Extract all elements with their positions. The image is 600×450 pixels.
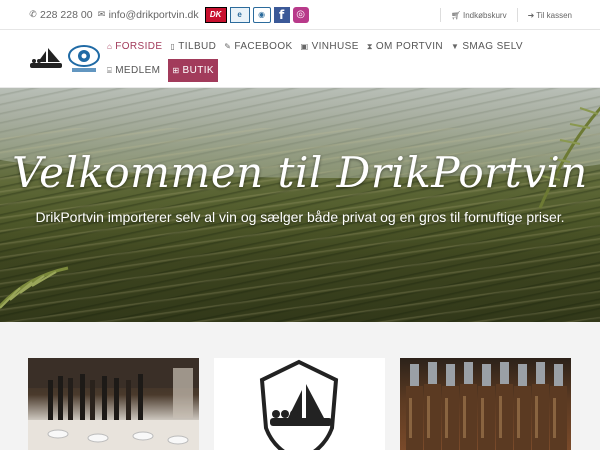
drikportvin-logo[interactable]	[28, 46, 64, 72]
dk-badge[interactable]: DK	[204, 6, 227, 23]
nav-item-tilbud[interactable]: ▯ TILBUD	[166, 35, 220, 58]
checkout-link[interactable]: Til kassen	[536, 11, 572, 20]
nav-item-om-portvin[interactable]: ⧗ OM PORTVIN	[363, 35, 447, 58]
nav-label: OM PORTVIN	[375, 41, 444, 52]
instagram-icon[interactable]: ◎	[292, 6, 309, 23]
feature-cards	[0, 322, 600, 450]
bookmark-icon: ▯	[170, 42, 176, 51]
hero-banner: Velkommen til DrikPortvin DrikPortvin im…	[0, 88, 600, 322]
nav-item-facebook[interactable]: ✎ FACEBOOK	[220, 35, 296, 58]
divider	[516, 8, 518, 22]
cart-link[interactable]: Indkøbskurv	[463, 11, 507, 20]
nav-item-smag-selv[interactable]: ▼ SMAG SELV	[447, 35, 527, 58]
nav-label: FACEBOOK	[234, 41, 293, 52]
hero-subtitle: DrikPortvin importerer selv al vin og sæ…	[35, 209, 565, 225]
nav-label: BUTIK	[182, 65, 214, 76]
facebook-icon[interactable]: f	[273, 6, 290, 23]
image-icon: ▣	[300, 42, 309, 51]
bank-icon: ⌸	[107, 65, 113, 75]
top-bar: ✆ 228 228 00 ✉ info@drikportvin.dk DK e …	[0, 0, 600, 30]
hourglass-icon: ⧗	[366, 41, 373, 51]
phone-number[interactable]: 228 228 00	[40, 9, 93, 21]
hero-title: Velkommen til DrikPortvin	[12, 148, 588, 197]
card-shield-logo[interactable]	[214, 358, 385, 450]
nav-label: VINHUSE	[311, 41, 359, 52]
trust-badges: DK e ◉ f ◎	[204, 6, 309, 23]
envelope-icon: ✉	[97, 9, 106, 19]
contact-info: ✆ 228 228 00 ✉ info@drikportvin.dk DK e …	[0, 6, 309, 23]
port-bottles-photo	[406, 362, 567, 450]
nav-label: TILBUD	[178, 41, 217, 52]
divider	[439, 8, 441, 22]
site-header: ⌂ FORSIDE ▯ TILBUD ✎ FACEBOOK ▣ VINHUSE …	[0, 30, 600, 88]
nav-label: SMAG SELV	[462, 41, 523, 52]
palm-leaf-image	[0, 266, 69, 309]
pencil-icon: ✎	[224, 42, 232, 51]
email-link[interactable]: info@drikportvin.dk	[109, 9, 199, 21]
arrow-right-icon: ➜	[527, 10, 535, 20]
card-wine-bar-image[interactable]	[28, 358, 199, 450]
nav-label: MEDLEM	[115, 65, 161, 76]
cart-icon: 🛒︎	[450, 10, 461, 20]
glass-icon: ▼	[451, 42, 460, 51]
nav-item-butik[interactable]: ⊞ BUTIK	[168, 59, 218, 82]
phone-icon: ✆	[29, 9, 37, 19]
nav-label: FORSIDE	[115, 41, 163, 52]
wine-bar-photo	[28, 358, 199, 450]
shield-logo-icon	[259, 359, 339, 450]
shop-links: 🛒︎ Indkøbskurv ➜ Til kassen	[430, 0, 572, 30]
nav-item-medlem[interactable]: ⌸ MEDLEM	[103, 59, 164, 82]
card-bottles-image[interactable]	[400, 358, 571, 450]
home-icon: ⌂	[107, 42, 113, 51]
e-maerket-badge[interactable]: e	[229, 6, 250, 23]
basket-icon: ⊞	[172, 66, 180, 75]
e-maerket-logo[interactable]	[66, 44, 102, 74]
main-nav: ⌂ FORSIDE ▯ TILBUD ✎ FACEBOOK ▣ VINHUSE …	[103, 35, 543, 82]
e-maerket-eye-badge[interactable]: ◉	[252, 6, 271, 23]
nav-item-vinhuse[interactable]: ▣ VINHUSE	[297, 35, 363, 58]
nav-item-forside[interactable]: ⌂ FORSIDE	[103, 35, 166, 58]
